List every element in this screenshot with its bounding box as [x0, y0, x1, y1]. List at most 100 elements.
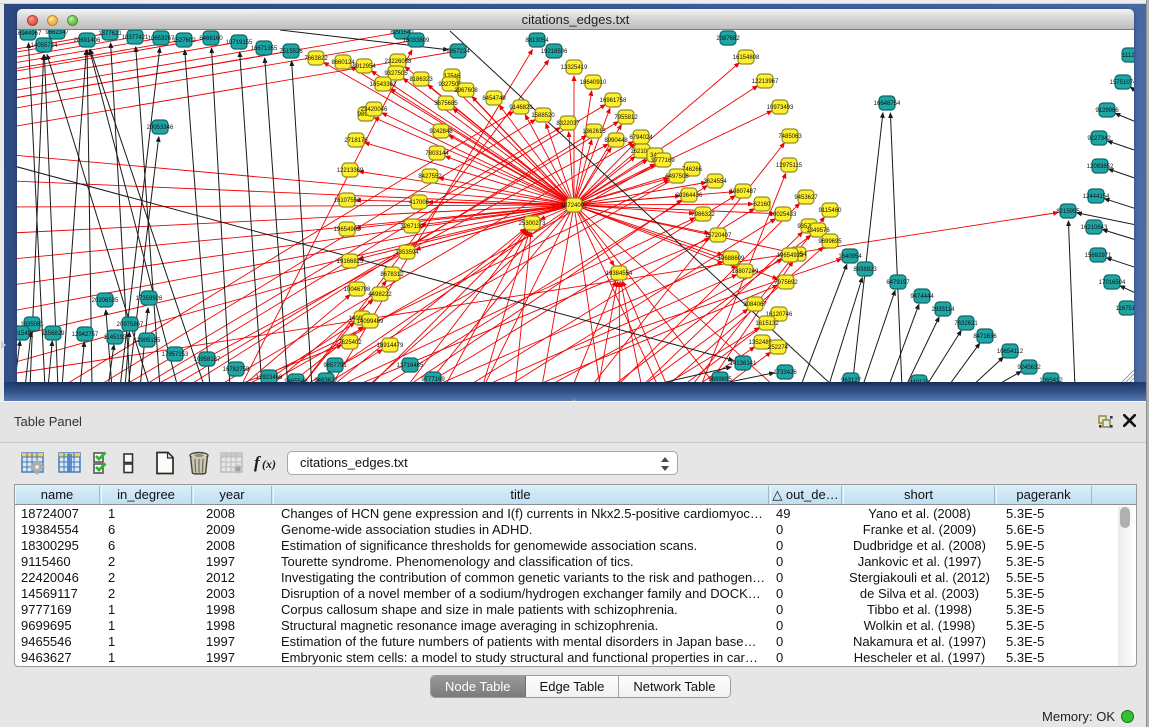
- svg-text:7625402: 7625402: [338, 340, 362, 346]
- svg-text:8813054: 8813054: [525, 38, 549, 44]
- svg-text:20975867: 20975867: [117, 322, 144, 328]
- svg-text:417006: 417006: [409, 200, 430, 206]
- svg-text:1588520: 1588520: [531, 113, 555, 119]
- svg-text:7857224: 7857224: [446, 49, 470, 55]
- svg-text:7485063: 7485063: [778, 134, 802, 140]
- svg-text:16033809: 16033809: [403, 38, 430, 44]
- svg-text:12905135: 12905135: [134, 338, 161, 344]
- svg-text:7663822: 7663822: [304, 56, 328, 62]
- svg-text:9146821: 9146821: [509, 105, 533, 111]
- svg-text:7986322: 7986322: [691, 212, 715, 218]
- svg-text:8454749: 8454749: [482, 96, 506, 102]
- svg-text:17359926: 17359926: [136, 296, 163, 302]
- svg-text:7515526: 7515526: [279, 49, 303, 55]
- svg-text:17016504: 17016504: [1099, 280, 1126, 286]
- svg-text:9699695: 9699695: [818, 239, 842, 245]
- svg-text:1640954: 1640954: [838, 254, 862, 260]
- svg-text:9242848: 9242848: [429, 129, 453, 135]
- svg-text:14099489: 14099489: [357, 319, 384, 325]
- svg-text:15751074: 15751074: [1110, 80, 1134, 86]
- svg-text:16210643: 16210643: [1081, 225, 1108, 231]
- svg-text:15720407: 15720407: [705, 233, 732, 239]
- svg-text:9327505: 9327505: [384, 71, 408, 77]
- svg-text:6497508: 6497508: [665, 174, 689, 180]
- svg-text:1167513: 1167513: [1116, 306, 1134, 312]
- svg-text:14055724: 14055724: [31, 43, 58, 49]
- svg-text:8186323: 8186323: [409, 77, 433, 83]
- svg-text:1156829: 1156829: [42, 331, 66, 337]
- svg-text:8471636: 8471636: [973, 334, 997, 340]
- svg-text:14136141: 14136141: [730, 361, 757, 367]
- svg-text:10958187: 10958187: [194, 357, 221, 363]
- svg-text:19166825: 19166825: [337, 259, 364, 265]
- svg-text:7975692: 7975692: [774, 280, 798, 286]
- svg-text:2718176: 2718176: [344, 138, 368, 144]
- svg-text:10654112: 10654112: [997, 349, 1024, 355]
- svg-text:9245632: 9245632: [1017, 365, 1041, 371]
- svg-text:3267130: 3267130: [400, 224, 424, 230]
- svg-text:1527602: 1527602: [172, 38, 196, 44]
- svg-text:20364436: 20364436: [676, 193, 703, 199]
- svg-text:13325419: 13325419: [561, 65, 588, 71]
- svg-text:20691406: 20691406: [74, 38, 101, 44]
- svg-text:1733426: 1733426: [773, 370, 797, 376]
- svg-text:10046798: 10046798: [344, 287, 371, 293]
- svg-text:18640910: 18640910: [580, 80, 607, 86]
- svg-text:9227342: 9227342: [1087, 136, 1111, 142]
- svg-text:8215955: 8215955: [1056, 209, 1080, 215]
- svg-text:10025433: 10025433: [770, 212, 797, 218]
- svg-text:7803144: 7803144: [425, 151, 449, 157]
- svg-text:16107552: 16107552: [334, 198, 361, 204]
- svg-text:10377421: 10377421: [122, 35, 149, 41]
- svg-text:963127: 963127: [841, 378, 862, 382]
- svg-text:2933114: 2933114: [932, 307, 956, 313]
- svg-text:19654923: 19654923: [777, 253, 804, 259]
- svg-text:9777169: 9777169: [421, 377, 445, 382]
- svg-text:9115460: 9115460: [819, 208, 843, 214]
- svg-text:16961758: 16961758: [600, 98, 627, 104]
- svg-text:391549: 391549: [17, 331, 32, 337]
- svg-text:16648754: 16648754: [874, 101, 901, 107]
- svg-text:12213967: 12213967: [752, 79, 779, 85]
- svg-text:10688609: 10688609: [718, 256, 745, 262]
- svg-text:12923468: 12923468: [256, 375, 283, 381]
- svg-text:18724007: 18724007: [561, 203, 588, 209]
- svg-text:6466160: 6466160: [199, 36, 223, 42]
- svg-text:9699695: 9699695: [708, 377, 732, 382]
- svg-text:1065412: 1065412: [1039, 378, 1063, 382]
- svg-text:f: f: [254, 453, 262, 472]
- svg-text:16543362: 16543362: [370, 82, 397, 88]
- svg-text:9463627: 9463627: [314, 378, 338, 382]
- svg-text:16671355: 16671355: [251, 46, 278, 52]
- svg-text:2967608: 2967608: [454, 88, 478, 94]
- svg-text:19384554: 19384554: [606, 271, 633, 277]
- svg-text:9777169: 9777169: [651, 158, 675, 164]
- svg-text:62160: 62160: [754, 202, 771, 208]
- svg-text:1145193: 1145193: [104, 335, 128, 341]
- svg-text:9857791: 9857791: [323, 363, 347, 369]
- svg-text:252274: 252274: [768, 345, 789, 351]
- svg-text:3624554: 3624554: [703, 179, 727, 185]
- svg-text:3084067: 3084067: [743, 302, 767, 308]
- svg-text:3675685: 3675685: [434, 101, 458, 107]
- svg-text:6479197: 6479197: [886, 280, 910, 286]
- svg-text:2087682: 2087682: [716, 36, 740, 42]
- svg-text:9862347: 9862347: [45, 30, 69, 36]
- svg-text:23420046: 23420046: [361, 107, 388, 113]
- svg-text:16782759: 16782759: [223, 367, 250, 373]
- svg-text:(x): (x): [262, 457, 276, 471]
- svg-text:9129966: 9129966: [1095, 108, 1119, 114]
- svg-text:10807487: 10807487: [730, 189, 757, 195]
- svg-text:20053346: 20053346: [147, 125, 174, 131]
- svg-text:1349576: 1349576: [806, 228, 830, 234]
- svg-text:8938923: 8938923: [853, 267, 877, 273]
- svg-text:23226058: 23226058: [385, 59, 412, 65]
- svg-text:20206535: 20206535: [92, 298, 119, 304]
- svg-text:11124: 11124: [1122, 53, 1134, 59]
- svg-text:10653267: 10653267: [148, 36, 175, 42]
- svg-text:10973493: 10973493: [767, 105, 794, 111]
- svg-text:8912954: 8912954: [352, 64, 376, 70]
- svg-text:12975115: 12975115: [776, 163, 803, 169]
- svg-text:15692971: 15692971: [1085, 253, 1112, 259]
- svg-text:16944967: 16944967: [17, 31, 42, 37]
